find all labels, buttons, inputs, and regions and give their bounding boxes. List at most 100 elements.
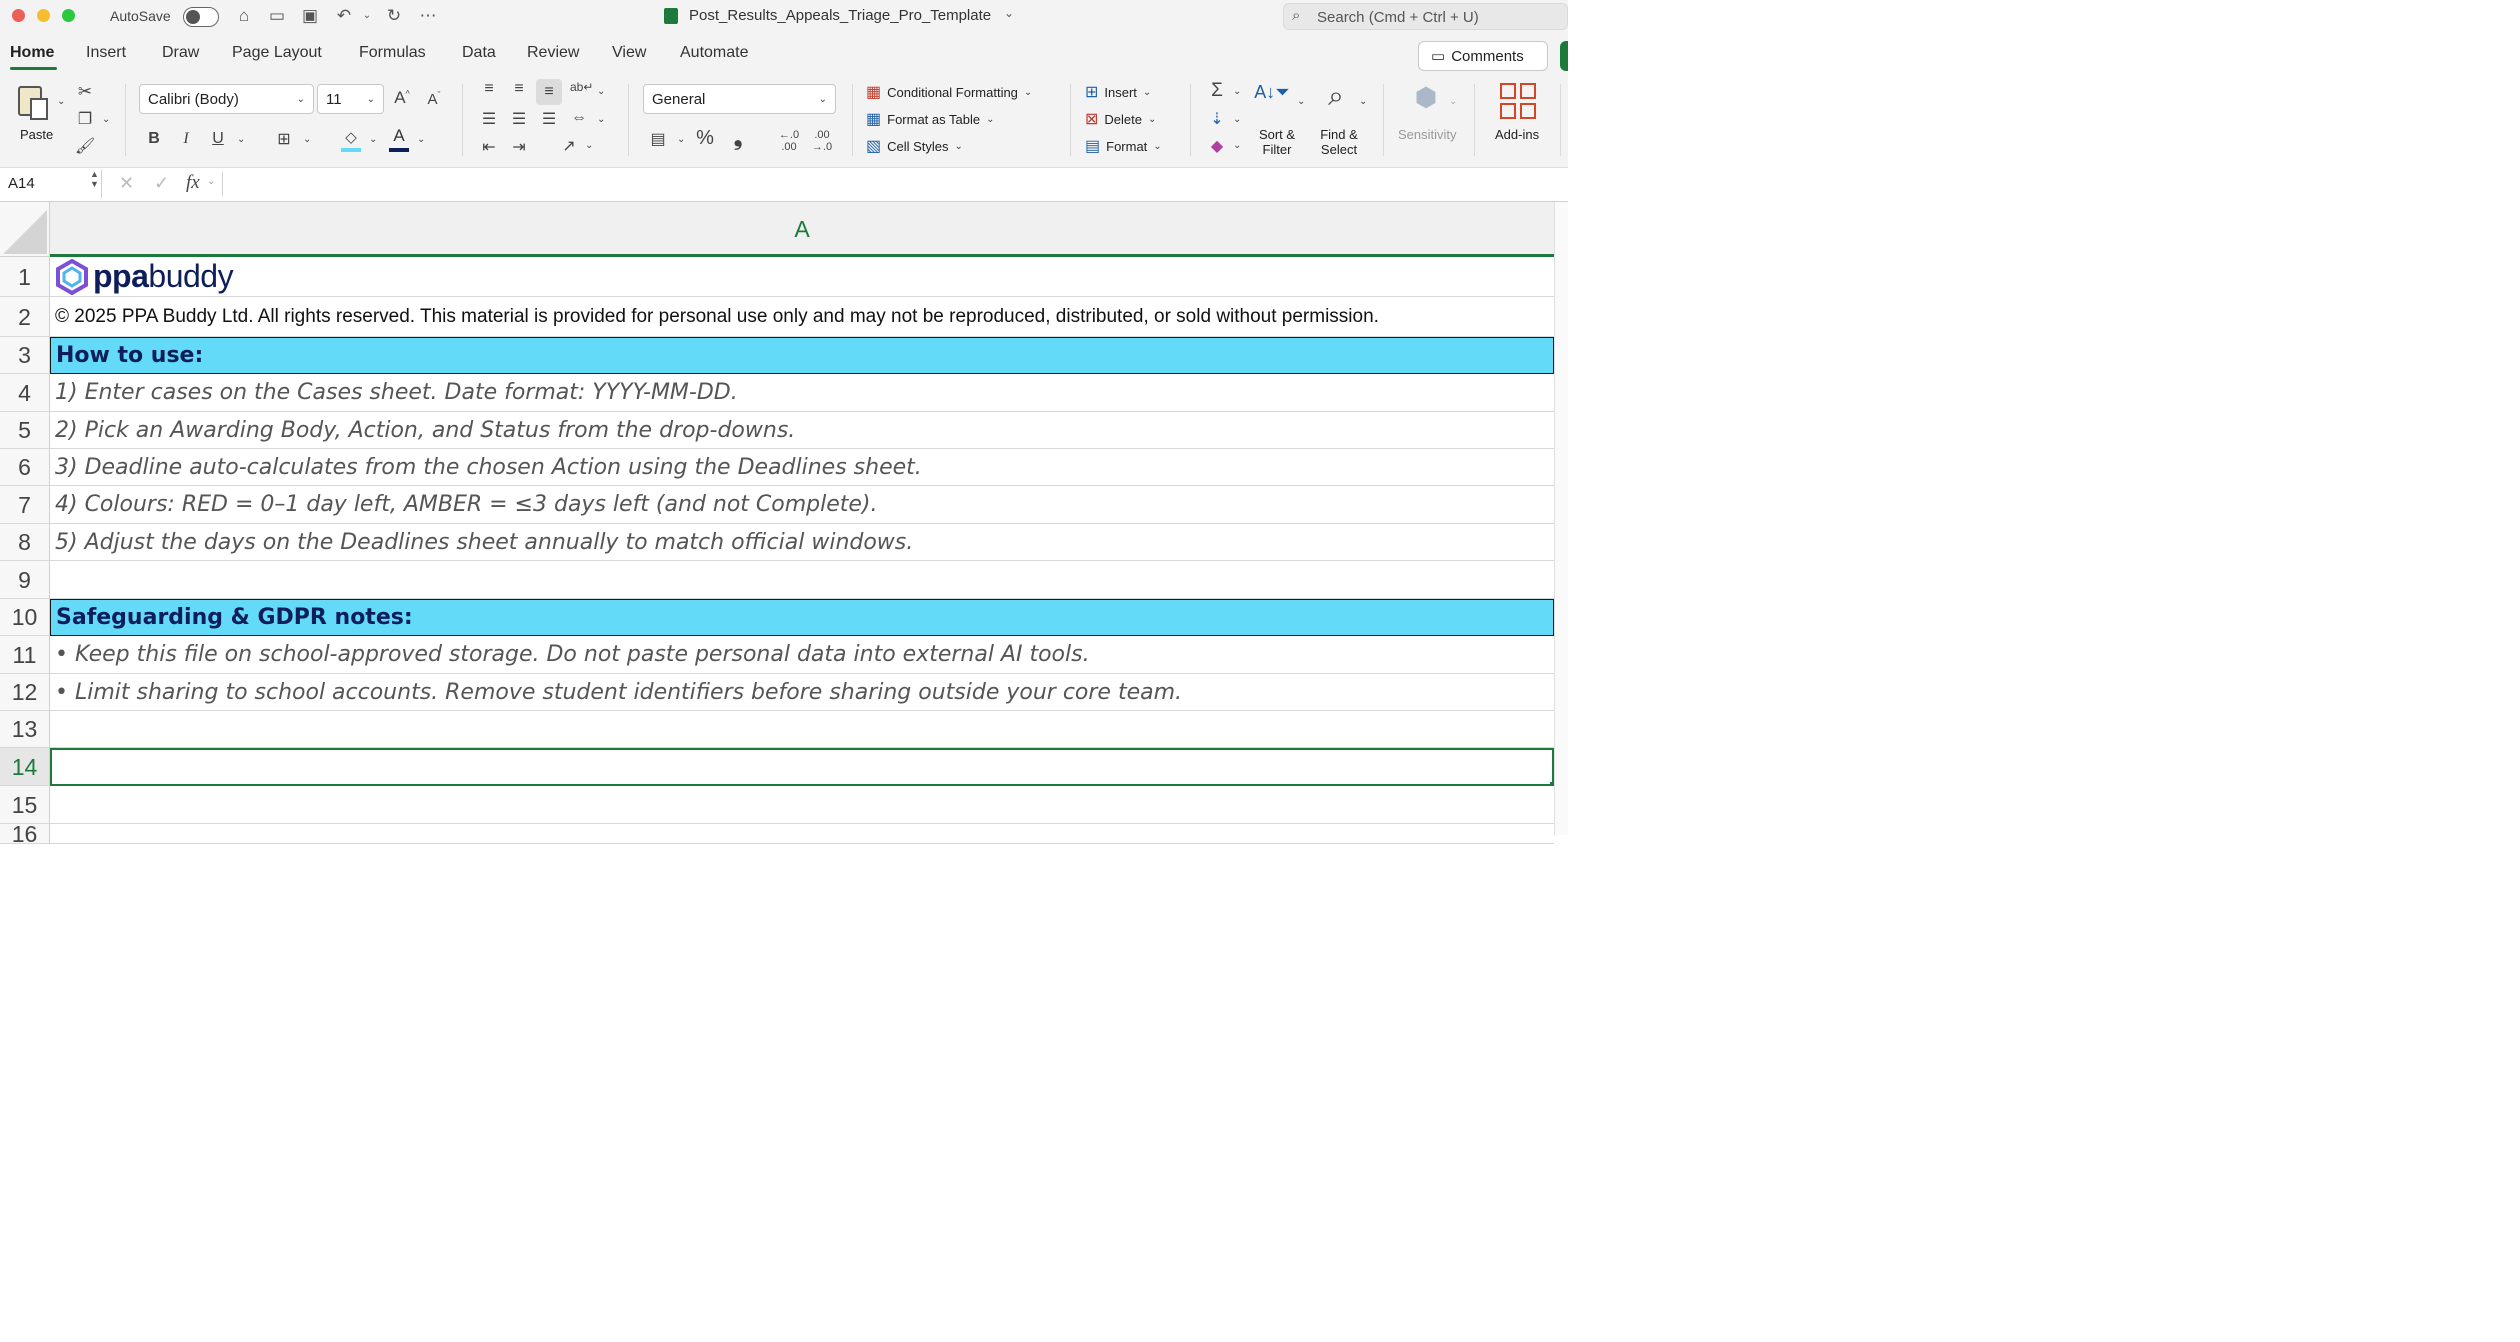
italic-button[interactable]: I	[177, 130, 195, 148]
title-chevron-down-icon[interactable]: ⌄	[1004, 6, 1014, 20]
percent-style-button[interactable]: %	[694, 127, 716, 150]
undo-icon[interactable]: ↶	[333, 5, 355, 27]
row-header-11[interactable]: 11	[0, 636, 50, 674]
paste-dropdown-icon[interactable]: ⌄	[57, 96, 65, 107]
format-as-table-button[interactable]: ▦ Format as Table ⌄	[866, 109, 994, 129]
tab-page-layout[interactable]: Page Layout	[232, 44, 322, 62]
cell-a3[interactable]: How to use:	[50, 337, 1554, 374]
autosum-icon[interactable]: Σ	[1206, 80, 1228, 102]
cell-a14[interactable]	[50, 748, 1554, 786]
clear-dropdown-icon[interactable]: ⌄	[1233, 140, 1241, 151]
fill-dropdown-icon[interactable]: ⌄	[1233, 114, 1241, 125]
minimize-window-button[interactable]	[37, 9, 50, 22]
accounting-dropdown-icon[interactable]: ⌄	[677, 134, 685, 145]
undo-dropdown-icon[interactable]: ⌄	[356, 5, 378, 27]
select-all-button[interactable]	[0, 202, 50, 257]
row-header-10[interactable]: 10	[0, 599, 50, 636]
cell-styles-button[interactable]: ▧ Cell Styles ⌄	[866, 136, 963, 156]
row-header-14[interactable]: 14	[0, 748, 50, 786]
tab-review[interactable]: Review	[527, 44, 579, 62]
merge-center-icon[interactable]: ⇔	[568, 109, 590, 127]
row-header-9[interactable]: 9	[0, 561, 50, 599]
find-select-dropdown-icon[interactable]: ⌄	[1359, 96, 1367, 107]
underline-dropdown-icon[interactable]: ⌄	[237, 134, 245, 145]
cell-a10[interactable]: Safeguarding & GDPR notes:	[50, 599, 1554, 636]
decrease-decimal-icon[interactable]: .00 →.0	[809, 129, 835, 153]
save-as-icon[interactable]: ▣	[299, 5, 321, 27]
conditional-formatting-button[interactable]: ▦ Conditional Formatting ⌄	[866, 82, 1032, 102]
insert-cells-button[interactable]: ⊞ Insert ⌄	[1085, 82, 1151, 102]
find-select-icon[interactable]: ⌕	[1318, 80, 1354, 113]
cell-a6[interactable]: 3) Deadline auto-calculates from the cho…	[50, 449, 1554, 486]
save-icon[interactable]: ▭	[266, 5, 288, 27]
addins-icon[interactable]	[1500, 83, 1536, 119]
decrease-font-size-icon[interactable]: Aˇ	[424, 90, 444, 108]
format-cells-button[interactable]: ▤ Format ⌄	[1085, 136, 1162, 156]
align-left-icon[interactable]: ☰	[478, 109, 500, 129]
column-header-a[interactable]: A	[50, 202, 1554, 257]
sensitivity-dropdown-icon[interactable]: ⌄	[1449, 96, 1457, 107]
borders-dropdown-icon[interactable]: ⌄	[303, 134, 311, 145]
row-header-16[interactable]: 16	[0, 823, 50, 846]
orientation-dropdown-icon[interactable]: ⌄	[585, 140, 593, 151]
tab-data[interactable]: Data	[462, 44, 496, 62]
confirm-entry-icon[interactable]: ✓	[154, 173, 169, 194]
more-icon[interactable]: ⋯	[417, 5, 439, 27]
cell-a16[interactable]	[50, 824, 1554, 844]
orientation-icon[interactable]: ↗	[558, 136, 580, 156]
font-name-dropdown[interactable]: Calibri (Body) ⌄	[139, 84, 314, 114]
search-box[interactable]: ⌕ Search (Cmd + Ctrl + U)	[1283, 3, 1568, 30]
bold-button[interactable]: B	[145, 130, 163, 148]
align-right-icon[interactable]: ☰	[538, 109, 560, 129]
cell-a12[interactable]: • Limit sharing to school accounts. Remo…	[50, 674, 1554, 711]
close-window-button[interactable]	[12, 9, 25, 22]
name-box-stepper-icon[interactable]: ▲ ▼	[90, 169, 99, 189]
cell-a1[interactable]: ppabuddy	[50, 257, 1554, 297]
font-color-dropdown-icon[interactable]: ⌄	[417, 134, 425, 145]
tab-insert[interactable]: Insert	[86, 44, 126, 62]
row-header-6[interactable]: 6	[0, 449, 50, 486]
cell-a7[interactable]: 4) Colours: RED = 0–1 day left, AMBER = …	[50, 486, 1554, 524]
cell-a13[interactable]	[50, 711, 1554, 748]
font-size-dropdown[interactable]: 11 ⌄	[317, 84, 384, 114]
cell-a8[interactable]: 5) Adjust the days on the Deadlines shee…	[50, 524, 1554, 561]
cancel-entry-icon[interactable]: ✕	[119, 173, 134, 194]
cell-a15[interactable]	[50, 786, 1554, 824]
fill-down-icon[interactable]: ⇣	[1206, 109, 1228, 129]
cell-a2[interactable]: © 2025 PPA Buddy Ltd. All rights reserve…	[50, 297, 1554, 337]
wrap-text-icon[interactable]: ab↵	[570, 80, 593, 94]
sensitivity-icon[interactable]: ⬢	[1408, 82, 1444, 113]
cell-a4[interactable]: 1) Enter cases on the Cases sheet. Date …	[50, 374, 1554, 412]
delete-cells-button[interactable]: ⊠ Delete ⌄	[1085, 109, 1156, 129]
increase-font-size-icon[interactable]: A^	[392, 88, 412, 108]
zoom-window-button[interactable]	[62, 9, 75, 22]
share-button[interactable]	[1560, 41, 1568, 71]
home-icon[interactable]: ⌂	[233, 5, 255, 27]
underline-button[interactable]: U	[209, 130, 227, 148]
sort-filter-icon[interactable]: A↓⏷	[1252, 82, 1292, 103]
autosave-toggle[interactable]	[183, 7, 219, 27]
document-title[interactable]: Post_Results_Appeals_Triage_Pro_Template	[689, 7, 991, 24]
row-header-3[interactable]: 3	[0, 337, 50, 374]
copy-dropdown-icon[interactable]: ⌄	[102, 114, 110, 125]
row-header-12[interactable]: 12	[0, 674, 50, 711]
accounting-format-icon[interactable]: ▤	[647, 129, 669, 149]
row-header-7[interactable]: 7	[0, 486, 50, 524]
row-header-2[interactable]: 2	[0, 297, 50, 337]
row-header-5[interactable]: 5	[0, 412, 50, 449]
cell-a5[interactable]: 2) Pick an Awarding Body, Action, and St…	[50, 412, 1554, 449]
row-header-1[interactable]: 1	[0, 257, 50, 297]
align-top-icon[interactable]: ≡	[478, 80, 500, 98]
increase-indent-icon[interactable]: ⇥	[508, 137, 530, 157]
increase-decimal-icon[interactable]: ←.0.00	[776, 129, 802, 153]
row-header-13[interactable]: 13	[0, 711, 50, 748]
decrease-indent-icon[interactable]: ⇤	[478, 137, 500, 157]
cell-a11[interactable]: • Keep this file on school-approved stor…	[50, 636, 1554, 674]
row-header-8[interactable]: 8	[0, 524, 50, 561]
align-bottom-icon[interactable]: ≡	[536, 79, 562, 105]
tab-home[interactable]: Home	[10, 44, 54, 62]
fx-dropdown-icon[interactable]: ⌄	[207, 176, 215, 187]
insert-function-icon[interactable]: fx	[186, 172, 200, 194]
fill-color-dropdown-icon[interactable]: ⌄	[369, 134, 377, 145]
merge-dropdown-icon[interactable]: ⌄	[597, 114, 605, 125]
